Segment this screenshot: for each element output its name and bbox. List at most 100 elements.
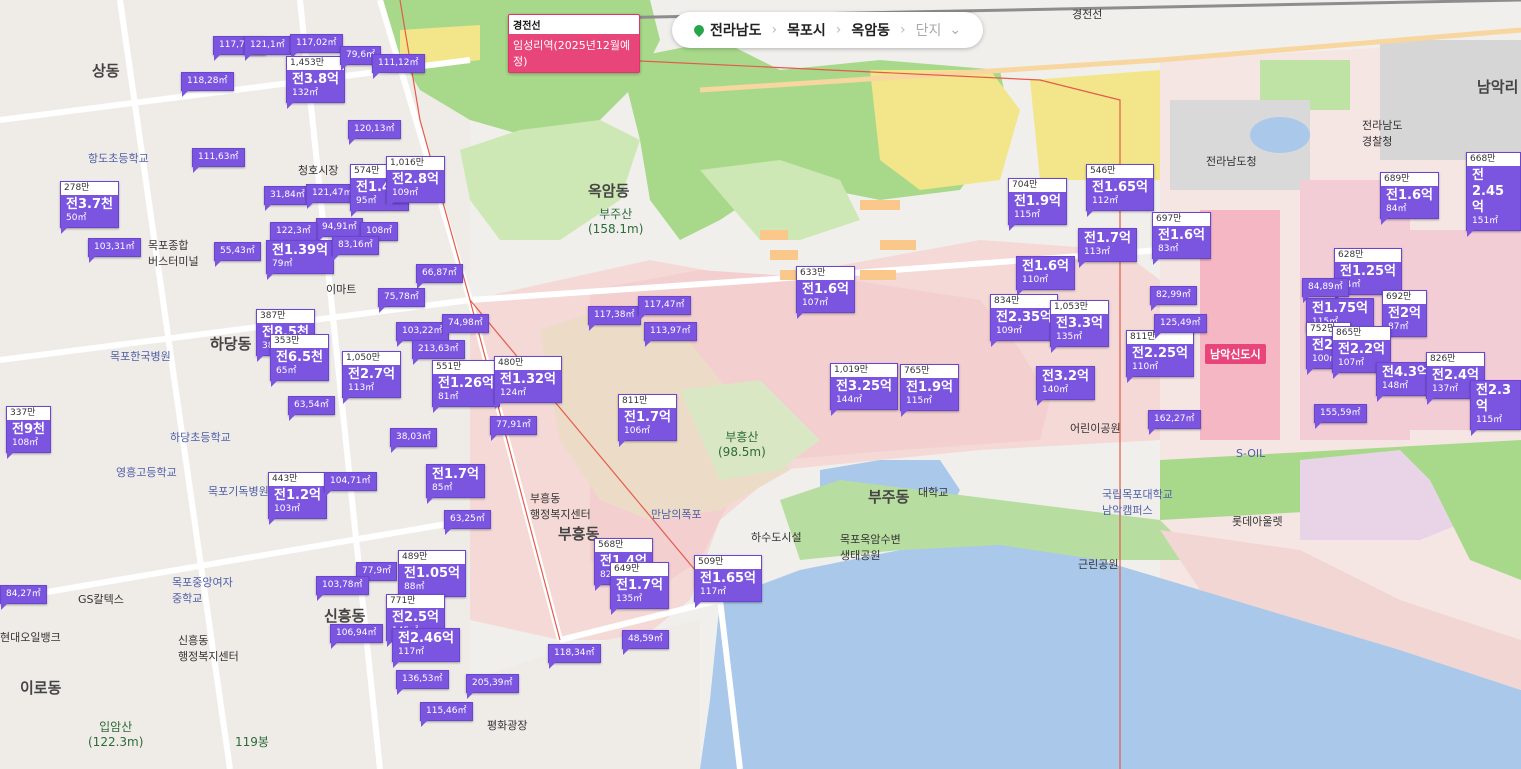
price-marker[interactable]: 337만 전9천 108㎡ — [6, 406, 51, 459]
price-marker[interactable]: 75,78㎡ — [378, 288, 425, 313]
marker-unit-price: 1,050만 — [343, 352, 400, 365]
price-marker[interactable]: 1,019만 전3.25억 144㎡ — [830, 363, 898, 416]
price-marker[interactable]: 115,46㎡ — [420, 702, 473, 727]
marker-area: 117㎡ — [700, 587, 727, 597]
price-marker[interactable]: 113,97㎡ — [644, 322, 697, 347]
map-label-hyundai_oil: 현대오일뱅크 — [0, 631, 61, 644]
price-marker[interactable]: 84,89㎡ — [1302, 278, 1349, 303]
price-marker[interactable]: 278만 전3.7천 50㎡ — [60, 181, 119, 234]
price-marker[interactable]: 103,78㎡ — [316, 576, 369, 601]
price-marker[interactable]: 443만 전1.2억 103㎡ — [268, 472, 327, 525]
price-marker[interactable]: 353만 전6.5천 65㎡ — [270, 334, 329, 387]
price-marker[interactable]: 84,27㎡ — [0, 585, 47, 610]
price-marker[interactable]: 136,53㎡ — [396, 670, 449, 695]
price-marker[interactable]: 633만 전1.6억 107㎡ — [796, 266, 855, 319]
price-marker[interactable]: 117,02㎡ — [290, 34, 343, 59]
price-marker[interactable]: 전1.7억 113㎡ — [1078, 228, 1137, 268]
price-marker[interactable]: 649만 전1.7억 135㎡ — [610, 562, 669, 615]
marker-area: 48,59㎡ — [628, 634, 663, 644]
marker-unit-price: 826만 — [1427, 353, 1484, 366]
price-marker[interactable]: 121,1㎡ — [244, 36, 291, 61]
price-marker[interactable]: 63,54㎡ — [288, 396, 335, 421]
price-marker[interactable]: 213,63㎡ — [412, 340, 465, 365]
marker-unit-price: 489만 — [399, 551, 465, 564]
price-marker[interactable]: 1,050만 전2.7억 113㎡ — [342, 351, 401, 404]
price-marker[interactable]: 689만 전1.6억 84㎡ — [1380, 172, 1439, 225]
map-label-sinheung_center: 신흥동 행정복지센터 — [178, 634, 239, 663]
price-marker[interactable]: 668만 전2.45억 151㎡ — [1466, 152, 1521, 237]
price-marker[interactable]: 509만 전1.65억 117㎡ — [694, 555, 762, 608]
price-marker[interactable]: 48,59㎡ — [622, 630, 669, 655]
price-marker[interactable]: 122,3㎡ — [270, 222, 317, 247]
price-marker[interactable]: 55,43㎡ — [214, 242, 261, 267]
price-marker[interactable]: 546만 전1.65억 112㎡ — [1086, 164, 1154, 217]
price-marker[interactable]: 834만 전2.35억 109㎡ — [990, 294, 1058, 347]
price-marker[interactable]: 77,91㎡ — [490, 416, 537, 441]
price-marker[interactable]: 전3.2억 140㎡ — [1036, 366, 1095, 406]
marker-area: 117,47㎡ — [644, 300, 685, 310]
price-marker[interactable]: 117,47㎡ — [638, 296, 691, 321]
marker-area: 103㎡ — [274, 504, 301, 514]
marker-unit-price: 546만 — [1087, 165, 1153, 178]
map-label-daehakgyo: 대학교 — [918, 486, 949, 499]
marker-price: 전1.7억 — [616, 578, 663, 593]
price-marker[interactable]: 1,016만 전2.8억 109㎡ — [386, 156, 445, 209]
price-marker[interactable]: 765만 전1.9억 115㎡ — [900, 364, 959, 417]
marker-unit-price: 551만 — [433, 361, 499, 374]
price-marker[interactable]: 125,49㎡ — [1154, 314, 1207, 339]
marker-area: 117,02㎡ — [296, 38, 337, 48]
price-marker[interactable]: 118,34㎡ — [548, 644, 601, 669]
price-marker[interactable]: 155,59㎡ — [1314, 404, 1367, 429]
price-marker[interactable]: 120,13㎡ — [348, 120, 401, 145]
price-marker[interactable]: 103,31㎡ — [88, 238, 141, 263]
price-marker[interactable]: 전2.46억 117㎡ — [392, 628, 460, 668]
price-marker[interactable]: 205,39㎡ — [466, 674, 519, 699]
price-marker[interactable]: 전2.3억 115㎡ — [1470, 380, 1521, 436]
price-marker[interactable]: 66,87㎡ — [416, 264, 463, 289]
price-marker[interactable]: 82,99㎡ — [1150, 286, 1197, 311]
price-marker[interactable]: 162,27㎡ — [1148, 410, 1201, 435]
price-marker[interactable]: 1,053만 전3.3억 135㎡ — [1050, 300, 1109, 353]
price-marker[interactable]: 111,63㎡ — [192, 148, 245, 173]
price-marker[interactable]: 전1.7억 85㎡ — [426, 464, 485, 504]
marker-unit-price: 668만 — [1467, 153, 1520, 166]
breadcrumb-city[interactable]: 목포시 — [777, 20, 836, 40]
price-marker[interactable]: 489만 전1.05억 88㎡ — [398, 550, 466, 603]
station-tag[interactable]: 경전선 임성리역(2025년12월예정) — [508, 14, 640, 73]
breadcrumb-level[interactable]: 단지 ⌄ — [906, 20, 972, 40]
price-marker[interactable]: 74,98㎡ — [442, 314, 489, 339]
price-marker[interactable]: 118,28㎡ — [181, 72, 234, 97]
price-marker[interactable]: 전1.6억 110㎡ — [1016, 256, 1075, 296]
marker-area: 83㎡ — [1158, 244, 1179, 254]
price-marker[interactable]: 103,22㎡ — [396, 322, 449, 347]
marker-area: 135㎡ — [1056, 332, 1083, 342]
price-marker[interactable]: 1,453만 전3.8억 132㎡ — [286, 56, 345, 109]
marker-area: 108㎡ — [12, 438, 39, 448]
price-marker[interactable]: 106,94㎡ — [330, 624, 383, 649]
price-marker[interactable]: 38,03㎡ — [390, 428, 437, 453]
price-marker[interactable]: 480만 전1.32억 124㎡ — [494, 356, 562, 409]
price-marker[interactable]: 94,91㎡ — [316, 218, 363, 243]
marker-price: 전1.7억 — [432, 467, 479, 482]
map-label-busan: 부주산 (158.1m) — [588, 207, 644, 236]
marker-price: 전1.6억 — [802, 282, 849, 297]
price-marker[interactable]: 117,38㎡ — [588, 306, 641, 331]
marker-price: 전1.7억 — [1084, 231, 1131, 246]
price-marker[interactable]: 전1.39억 79㎡ — [266, 240, 334, 280]
price-marker[interactable]: 63,25㎡ — [444, 510, 491, 535]
price-marker[interactable]: 83,16㎡ — [332, 236, 379, 261]
marker-price: 전2.3억 — [1476, 383, 1511, 414]
new-town-pin[interactable]: 남악신도시 — [1205, 344, 1266, 364]
price-marker[interactable]: 551만 전1.26억 81㎡ — [432, 360, 500, 413]
price-marker[interactable]: 104,71㎡ — [324, 472, 377, 497]
breadcrumb-district[interactable]: 옥암동 — [841, 20, 900, 40]
price-marker[interactable]: 31,84㎡ — [264, 186, 311, 211]
price-marker[interactable]: 111,12㎡ — [372, 54, 425, 79]
price-marker[interactable]: 811만 전1.7억 106㎡ — [618, 394, 677, 447]
marker-unit-price: 480만 — [495, 357, 561, 370]
price-marker[interactable]: 697만 전1.6억 83㎡ — [1152, 212, 1211, 265]
marker-area: 66,87㎡ — [422, 268, 457, 278]
map-label-hasudo: 하수도시설 — [751, 531, 802, 544]
price-marker[interactable]: 704만 전1.9억 115㎡ — [1008, 178, 1067, 231]
breadcrumb-province[interactable]: 전라남도 — [684, 20, 772, 40]
